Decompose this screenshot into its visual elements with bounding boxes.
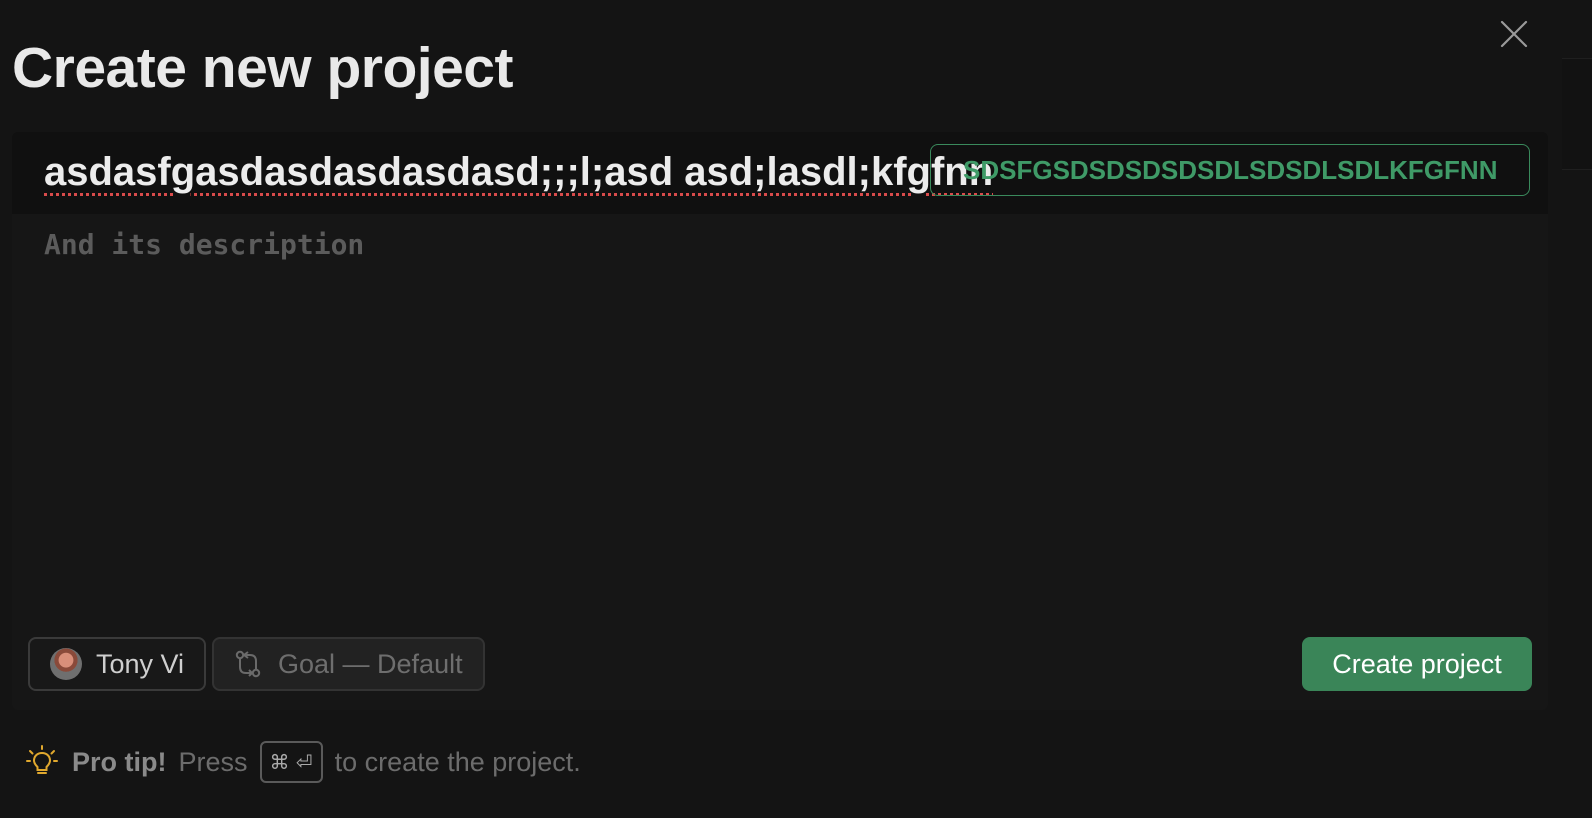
pro-tip-press: Press [178, 746, 248, 777]
project-key-input[interactable]: SDSFGSDSDSDSDSDLSDSDLSDLKFGFNN [930, 144, 1530, 196]
keyboard-shortcut: ⌘ ⏎ [259, 741, 323, 783]
close-icon[interactable] [1499, 19, 1529, 49]
flow-select-button[interactable]: Goal — Default [212, 637, 485, 691]
flow-label: Goal — Default [278, 648, 463, 679]
owner-select-button[interactable]: Tony Vi [28, 637, 207, 691]
pro-tip-label: Pro tip! [72, 746, 167, 777]
pro-tip: Pro tip! Press ⌘ ⏎ to create the project… [26, 740, 581, 784]
lightbulb-icon [26, 745, 58, 774]
close-button[interactable] [1496, 16, 1532, 52]
project-form: asdasfgasdasdasdasdasd;;;l;asd asd;lasdl… [12, 132, 1548, 710]
project-description-input[interactable]: And its description [44, 228, 364, 261]
modal-title: Create new project [12, 36, 514, 100]
flow-icon [235, 650, 261, 678]
pro-tip-text: to create the project. [334, 746, 581, 777]
create-project-modal: Create new project asdasfgasdasdasdasdas… [0, 0, 1592, 818]
title-row: asdasfgasdasdasdasdasd;;;l;asd asd;lasdl… [12, 132, 1548, 214]
background-page-edge [1562, 58, 1592, 170]
create-project-button[interactable]: Create project [1302, 637, 1532, 691]
avatar [50, 648, 82, 680]
owner-name: Tony Vi [96, 648, 185, 679]
